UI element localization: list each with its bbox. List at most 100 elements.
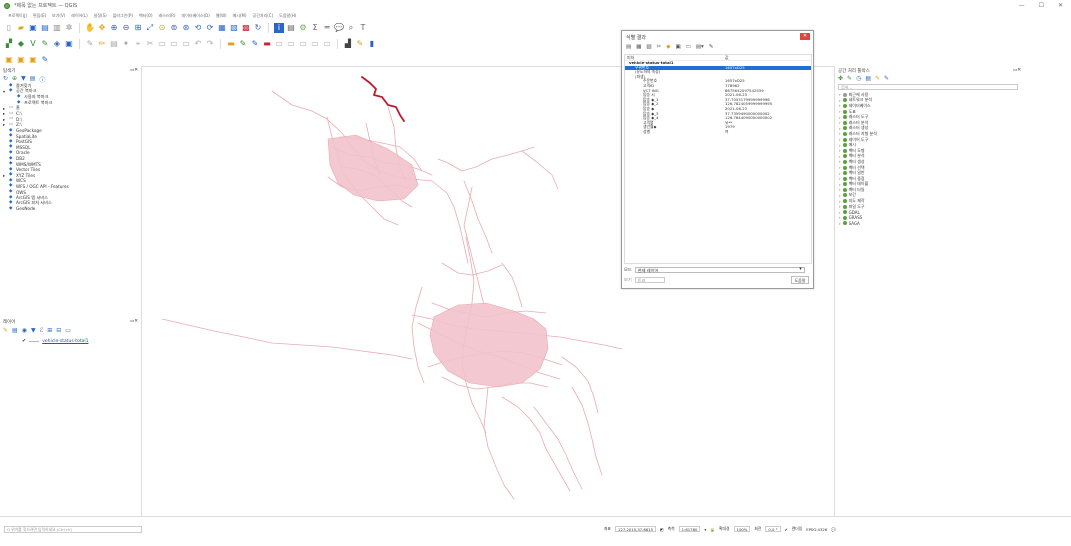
label-diagram-icon[interactable]: ▭ [310, 39, 320, 49]
collapse-all-icon[interactable]: ⊟ [56, 327, 61, 334]
pan-icon[interactable]: ✋ [85, 23, 95, 33]
expand-arrow-icon[interactable]: › [839, 143, 841, 148]
filter-expression-icon[interactable]: ℰ [40, 327, 44, 334]
plugin-icon[interactable]: ✎ [355, 39, 365, 49]
scale-field[interactable]: 1:61780 [678, 526, 701, 532]
layer-row[interactable]: ✔ vehicle-status-total1 [22, 338, 88, 344]
pan-to-selection-icon[interactable]: ✥ [97, 23, 107, 33]
maximize-icon[interactable]: ☐ [1039, 2, 1044, 9]
expand-arrow-icon[interactable]: ▸ [3, 117, 7, 122]
label-move-icon[interactable]: ▭ [274, 39, 284, 49]
new-layer-icon[interactable]: ▣ [64, 39, 74, 49]
text-annotation-icon[interactable]: T [358, 23, 368, 33]
extents-toggle-icon[interactable]: ◩ [660, 527, 664, 532]
add-delimited-text-icon[interactable]: ✎ [40, 39, 50, 49]
expand-arrow-icon[interactable]: › [839, 115, 841, 120]
filter-legend-icon[interactable]: ▼ [31, 327, 36, 334]
messages-icon[interactable]: 💬 [831, 527, 836, 532]
save-edits-icon[interactable]: ▤ [109, 39, 119, 49]
collapse-tree-icon[interactable]: ▦ [636, 44, 641, 50]
layer-name[interactable]: vehicle-status-total1 [42, 339, 88, 344]
view-select[interactable]: 트리 [634, 277, 665, 283]
options-icon[interactable]: ✎ [884, 75, 889, 82]
refresh-icon[interactable]: ↻ [253, 23, 263, 33]
expand-arrow-icon[interactable]: ▸ [3, 122, 7, 127]
zoom-rubberband-icon[interactable]: ⊞ [133, 23, 143, 33]
manage-visibility-icon[interactable]: ◉ [22, 327, 27, 334]
close-icon[interactable]: ✕ [1058, 2, 1063, 9]
menu-raster[interactable]: 래스터(R) [159, 13, 176, 19]
menu-settings[interactable]: 설정(S) [94, 13, 107, 19]
expand-arrow-icon[interactable]: › [839, 154, 841, 159]
style-layer-icon[interactable]: ✎ [3, 327, 8, 334]
select-feature-icon[interactable]: ◆ [666, 44, 670, 50]
remove-layer-icon[interactable]: ▭ [65, 327, 71, 334]
settings-icon[interactable]: ✎ [709, 44, 714, 50]
label-highlight-icon[interactable]: ✎ [250, 39, 260, 49]
menu-processing[interactable]: 공간처리(C) [253, 13, 274, 19]
db-manager-icon[interactable]: ▮ [367, 39, 377, 49]
expand-arrow-icon[interactable]: › [839, 103, 841, 108]
expand-arrow-icon[interactable]: › [839, 210, 841, 215]
zoom-layer-icon[interactable]: ⊚ [169, 23, 179, 33]
browser-item[interactable]: ◆ GeoNode [3, 206, 139, 212]
add-raster-icon[interactable]: V [28, 39, 38, 49]
expand-arrow-icon[interactable]: › [839, 165, 841, 170]
locator-search-input[interactable]: Q 위치를 찾으려면 입력하세요 (Ctrl+K) [4, 526, 142, 533]
zoom-full-icon[interactable]: ⤢ [145, 23, 155, 33]
expand-arrow-icon[interactable]: › [839, 193, 841, 198]
zoom-in-icon[interactable]: ⊕ [109, 23, 119, 33]
zoom-next-icon[interactable]: ⟳ [205, 23, 215, 33]
cut-features-icon[interactable]: ▭ [157, 39, 167, 49]
toggle-editing-icon[interactable]: ✏ [97, 39, 107, 49]
expand-arrow-icon[interactable]: › [839, 109, 841, 114]
copy-features-icon[interactable]: ▭ [169, 39, 179, 49]
menu-help[interactable]: 도움말(H) [279, 13, 296, 19]
expand-arrow-icon[interactable]: › [839, 120, 841, 125]
expand-arrow-icon[interactable]: ▸ [3, 173, 7, 178]
save-project-icon[interactable]: ▣ [28, 23, 38, 33]
expand-arrow-icon[interactable]: ▸ [3, 106, 7, 111]
new-print-layout-icon[interactable]: ▤ [40, 23, 50, 33]
expand-arrow-icon[interactable]: › [839, 131, 841, 136]
help-button[interactable]: 도움말 [791, 276, 809, 284]
scripts-icon[interactable]: ✎ [847, 75, 852, 82]
new-project-icon[interactable]: ▯ [4, 23, 14, 33]
add-vector-icon[interactable]: ◆ [16, 39, 26, 49]
label-tool-icon[interactable]: ▬ [226, 39, 236, 49]
identify-attribute-row[interactable]: 성별 여 [625, 129, 811, 135]
panel-float-close-icon[interactable]: ▭✕ [130, 68, 138, 74]
edit-features-icon[interactable]: ✎ [875, 75, 880, 82]
redo-icon[interactable]: ↷ [205, 39, 215, 49]
results-icon[interactable]: ▤ [865, 75, 871, 82]
menu-vector[interactable]: 벡터(O) [139, 13, 153, 19]
lock-scale-icon[interactable]: ▾ [704, 527, 706, 532]
paste-features-icon[interactable]: ▭ [181, 39, 191, 49]
select-by-expression-icon[interactable]: ▣ [16, 55, 26, 65]
expand-arrow-icon[interactable]: › [839, 159, 841, 164]
undo-icon[interactable]: ↶ [193, 39, 203, 49]
zoom-out-icon[interactable]: ⊖ [121, 23, 131, 33]
label-callout-icon[interactable]: ▭ [322, 39, 332, 49]
processing-toolbox-icon[interactable]: ⚙ [298, 23, 308, 33]
expand-arrow-icon[interactable]: › [839, 126, 841, 131]
expand-arrow-icon[interactable]: › [839, 221, 841, 226]
spatial-bookmark-icon[interactable]: ▩ [241, 23, 251, 33]
deselect-icon[interactable]: ▣ [28, 55, 38, 65]
data-source-manager-icon[interactable]: ▞ [4, 39, 14, 49]
close-icon[interactable]: ✕ [800, 33, 810, 40]
add-wms-icon[interactable]: ◈ [52, 39, 62, 49]
panel-float-close-icon[interactable]: ▭✕ [130, 319, 138, 325]
delete-selected-icon[interactable]: ✂ [145, 39, 155, 49]
menu-plugins[interactable]: 플러그인(P) [113, 13, 133, 19]
minimize-icon[interactable]: — [1019, 2, 1025, 9]
label-rotate-icon[interactable]: ▭ [286, 39, 296, 49]
expand-arrow-icon[interactable]: › [839, 215, 841, 220]
select-by-value-icon[interactable]: ✎ [40, 55, 50, 65]
statistics-icon[interactable]: Σ [310, 23, 320, 33]
magnifier-field[interactable]: 100% [733, 526, 751, 532]
toolbox-group[interactable]: › SAGA [839, 221, 877, 227]
expand-arrow-icon[interactable]: › [839, 182, 841, 187]
identify-icon[interactable]: i [274, 22, 284, 33]
expand-arrow-icon[interactable]: › [839, 171, 841, 176]
